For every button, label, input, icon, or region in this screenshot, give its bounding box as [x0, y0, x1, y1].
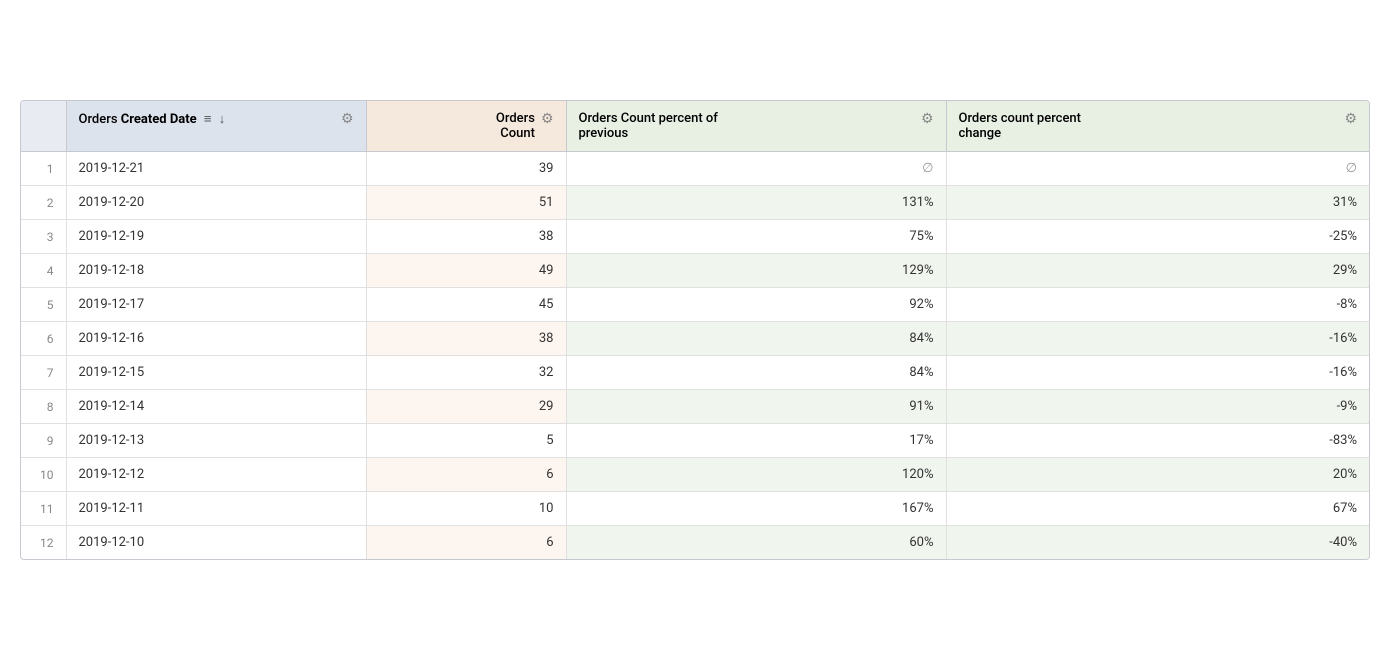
row-date: 2019-12-14	[66, 390, 366, 424]
row-date: 2019-12-21	[66, 152, 366, 186]
col-count-label-line2: Count	[379, 126, 535, 141]
sort-filter-icon[interactable]: ≡	[204, 111, 212, 127]
date-col-gear-icon[interactable]: ⚙	[341, 111, 354, 127]
row-percent-change: -83%	[946, 424, 1369, 458]
col-header-percent-prev: Orders Count percent of previous ⚙	[566, 101, 946, 152]
row-number: 1	[21, 152, 66, 186]
row-number: 8	[21, 390, 66, 424]
row-count: 45	[366, 288, 566, 322]
row-count: 38	[366, 322, 566, 356]
row-percent-prev: ∅	[566, 152, 946, 186]
row-count: 32	[366, 356, 566, 390]
row-count: 51	[366, 186, 566, 220]
row-percent-prev: 120%	[566, 458, 946, 492]
row-number: 12	[21, 526, 66, 560]
row-percent-change: -8%	[946, 288, 1369, 322]
table-row: 62019-12-163884%-16%	[21, 322, 1369, 356]
row-percent-change: -25%	[946, 220, 1369, 254]
table-row: 92019-12-13517%-83%	[21, 424, 1369, 458]
col-pct-prev-label-line1: Orders Count percent of	[579, 111, 915, 126]
row-number: 3	[21, 220, 66, 254]
col-date-label-prefix: Orders	[79, 112, 121, 127]
row-count: 29	[366, 390, 566, 424]
row-count: 6	[366, 526, 566, 560]
row-number: 4	[21, 254, 66, 288]
row-percent-prev: 131%	[566, 186, 946, 220]
row-number: 10	[21, 458, 66, 492]
table-row: 72019-12-153284%-16%	[21, 356, 1369, 390]
row-number: 9	[21, 424, 66, 458]
row-percent-prev: 17%	[566, 424, 946, 458]
row-percent-change: -40%	[946, 526, 1369, 560]
row-percent-prev: 92%	[566, 288, 946, 322]
row-percent-change: 31%	[946, 186, 1369, 220]
table-row: 102019-12-126120%20%	[21, 458, 1369, 492]
col-pct-change-label-line1: Orders count percent	[959, 111, 1339, 126]
row-number: 5	[21, 288, 66, 322]
col-date-label-bold: Created Date	[121, 112, 197, 127]
table-row: 32019-12-193875%-25%	[21, 220, 1369, 254]
row-count: 49	[366, 254, 566, 288]
row-date: 2019-12-12	[66, 458, 366, 492]
col-header-percent-change: Orders count percent change ⚙	[946, 101, 1369, 152]
row-date: 2019-12-20	[66, 186, 366, 220]
pct-prev-col-gear-icon[interactable]: ⚙	[921, 111, 934, 127]
row-percent-change: ∅	[946, 152, 1369, 186]
row-date: 2019-12-18	[66, 254, 366, 288]
row-percent-prev: 75%	[566, 220, 946, 254]
row-number: 7	[21, 356, 66, 390]
row-count: 38	[366, 220, 566, 254]
row-percent-prev: 129%	[566, 254, 946, 288]
col-header-date: Orders Created Date ≡ ↓ ⚙	[66, 101, 366, 152]
col-header-rownum	[21, 101, 66, 152]
table-body: 12019-12-2139∅∅22019-12-2051131%31%32019…	[21, 152, 1369, 560]
row-percent-change: -16%	[946, 356, 1369, 390]
row-percent-prev: 91%	[566, 390, 946, 424]
table-row: 122019-12-10660%-40%	[21, 526, 1369, 560]
row-date: 2019-12-17	[66, 288, 366, 322]
row-date: 2019-12-19	[66, 220, 366, 254]
table-header-row: Orders Created Date ≡ ↓ ⚙ Orders Count ⚙	[21, 101, 1369, 152]
data-table: Orders Created Date ≡ ↓ ⚙ Orders Count ⚙	[20, 100, 1370, 560]
row-count: 6	[366, 458, 566, 492]
pct-change-col-gear-icon[interactable]: ⚙	[1344, 111, 1357, 127]
table-row: 82019-12-142991%-9%	[21, 390, 1369, 424]
row-date: 2019-12-16	[66, 322, 366, 356]
col-header-count: Orders Count ⚙	[366, 101, 566, 152]
row-date: 2019-12-13	[66, 424, 366, 458]
row-percent-prev: 167%	[566, 492, 946, 526]
row-percent-prev: 84%	[566, 322, 946, 356]
col-pct-change-label-line2: change	[959, 126, 1339, 141]
row-count: 39	[366, 152, 566, 186]
row-percent-change: -9%	[946, 390, 1369, 424]
row-percent-prev: 84%	[566, 356, 946, 390]
table-row: 42019-12-1849129%29%	[21, 254, 1369, 288]
table-row: 22019-12-2051131%31%	[21, 186, 1369, 220]
sort-down-icon[interactable]: ↓	[219, 111, 226, 127]
row-percent-prev: 60%	[566, 526, 946, 560]
row-percent-change: 29%	[946, 254, 1369, 288]
row-count: 5	[366, 424, 566, 458]
row-number: 2	[21, 186, 66, 220]
table-row: 112019-12-1110167%67%	[21, 492, 1369, 526]
row-date: 2019-12-10	[66, 526, 366, 560]
col-pct-prev-label-line2: previous	[579, 126, 915, 141]
row-number: 11	[21, 492, 66, 526]
row-percent-change: 67%	[946, 492, 1369, 526]
row-date: 2019-12-11	[66, 492, 366, 526]
col-count-label-line1: Orders	[379, 111, 535, 126]
row-percent-change: -16%	[946, 322, 1369, 356]
row-date: 2019-12-15	[66, 356, 366, 390]
table-row: 12019-12-2139∅∅	[21, 152, 1369, 186]
count-col-gear-icon[interactable]: ⚙	[541, 111, 554, 127]
row-number: 6	[21, 322, 66, 356]
table-row: 52019-12-174592%-8%	[21, 288, 1369, 322]
row-percent-change: 20%	[946, 458, 1369, 492]
row-count: 10	[366, 492, 566, 526]
